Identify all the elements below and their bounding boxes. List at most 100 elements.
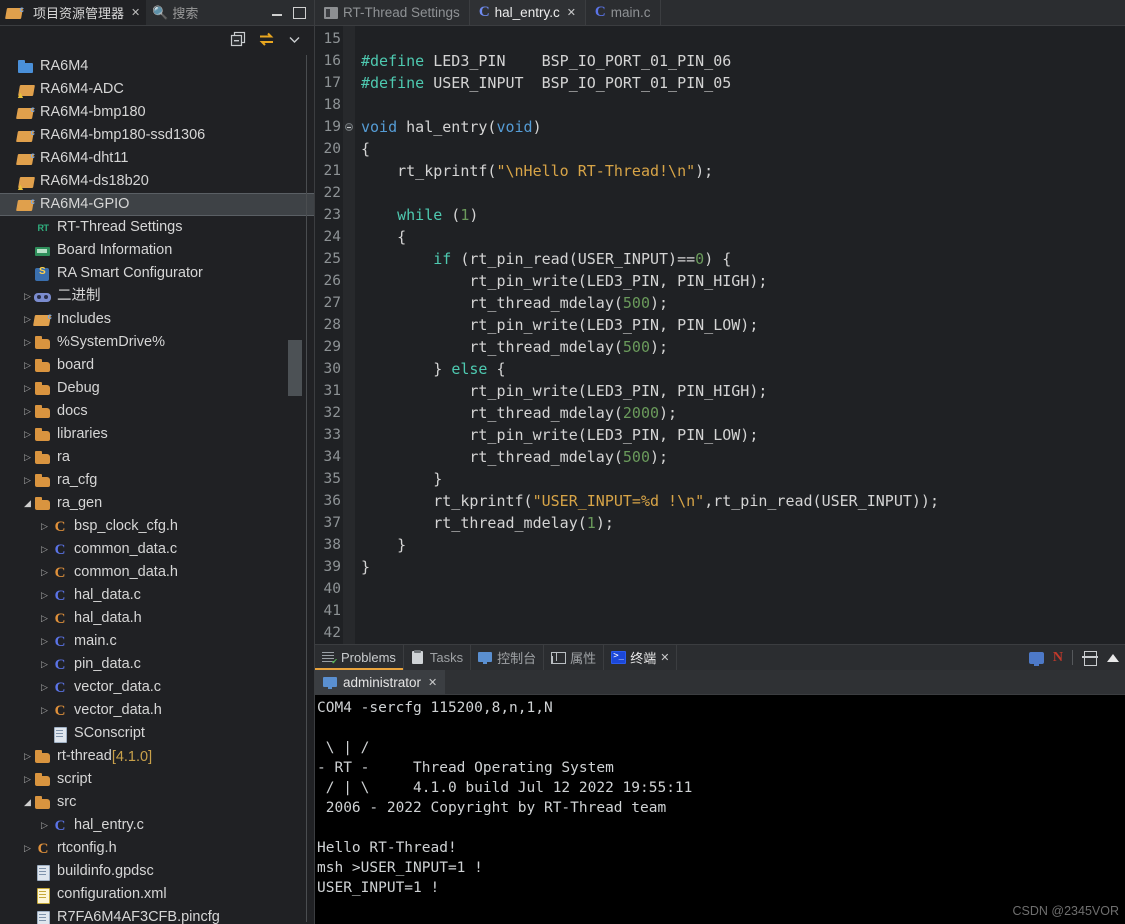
- new-terminal-icon[interactable]: N: [1053, 650, 1063, 666]
- tree-item[interactable]: RA6M4-bmp180-ssd1306: [0, 124, 314, 147]
- tree-item[interactable]: SConscript: [0, 722, 314, 745]
- minimize-panel-icon[interactable]: [1107, 654, 1119, 662]
- tree-item[interactable]: ▷Chal_entry.c: [0, 814, 314, 837]
- tree-item[interactable]: ▷script: [0, 768, 314, 791]
- tab-search[interactable]: 🔍 搜索: [146, 0, 204, 25]
- chevron-right-icon[interactable]: ▷: [21, 383, 34, 394]
- code-line[interactable]: if (rt_pin_read(USER_INPUT)==0) {: [361, 248, 1125, 270]
- tree-item[interactable]: ▷libraries: [0, 423, 314, 446]
- chevron-right-icon[interactable]: ▷: [21, 360, 34, 371]
- chevron-right-icon[interactable]: ▷: [38, 705, 51, 716]
- chevron-right-icon[interactable]: ▷: [21, 291, 34, 302]
- code-line[interactable]: rt_thread_mdelay(500);: [361, 292, 1125, 314]
- code-line[interactable]: {: [361, 226, 1125, 248]
- code-line[interactable]: rt_thread_mdelay(500);: [361, 336, 1125, 358]
- tree-item[interactable]: ▷%SystemDrive%: [0, 331, 314, 354]
- chevron-right-icon[interactable]: ▷: [21, 751, 34, 762]
- source-code[interactable]: #define LED3_PIN BSP_IO_PORT_01_PIN_06#d…: [355, 26, 1125, 644]
- code-line[interactable]: rt_kprintf("USER_INPUT=%d !\n",rt_pin_re…: [361, 490, 1125, 512]
- minimize-view-icon[interactable]: [271, 7, 283, 18]
- tree-item[interactable]: ▷Cbsp_clock_cfg.h: [0, 515, 314, 538]
- close-icon[interactable]: ✕: [131, 6, 140, 19]
- terminal-tab-administrator[interactable]: administrator ✕: [315, 670, 445, 694]
- chevron-right-icon[interactable]: ▷: [21, 475, 34, 486]
- chevron-right-icon[interactable]: ▷: [21, 843, 34, 854]
- tree-item[interactable]: ▷Cvector_data.h: [0, 699, 314, 722]
- project-tree[interactable]: RA6M4RA6M4-ADCRA6M4-bmp180RA6M4-bmp180-s…: [0, 53, 314, 924]
- tree-item[interactable]: ▷Debug: [0, 377, 314, 400]
- panel-tab[interactable]: 终端✕: [604, 645, 677, 670]
- code-line[interactable]: } else {: [361, 358, 1125, 380]
- tree-item[interactable]: ▷Cmain.c: [0, 630, 314, 653]
- tree-item[interactable]: ▷ra: [0, 446, 314, 469]
- chevron-right-icon[interactable]: ▷: [38, 567, 51, 578]
- chevron-down-icon[interactable]: ◢: [21, 797, 34, 808]
- code-line[interactable]: [361, 94, 1125, 116]
- code-line[interactable]: #define LED3_PIN BSP_IO_PORT_01_PIN_06: [361, 50, 1125, 72]
- tree-item[interactable]: ▷Includes: [0, 308, 314, 331]
- code-line[interactable]: rt_pin_write(LED3_PIN, PIN_LOW);: [361, 314, 1125, 336]
- code-line[interactable]: }: [361, 468, 1125, 490]
- tree-item[interactable]: RA Smart Configurator: [0, 262, 314, 285]
- code-line[interactable]: rt_thread_mdelay(2000);: [361, 402, 1125, 424]
- chevron-down-icon[interactable]: ◢: [21, 498, 34, 509]
- chevron-right-icon[interactable]: ▷: [21, 429, 34, 440]
- tree-item[interactable]: ▷rt-thread [4.1.0]: [0, 745, 314, 768]
- tree-item[interactable]: ▷Chal_data.h: [0, 607, 314, 630]
- tree-item[interactable]: RA6M4-dht11: [0, 147, 314, 170]
- tree-item[interactable]: ▷ra_cfg: [0, 469, 314, 492]
- sidebar-scrollbar-track[interactable]: [306, 55, 307, 922]
- chevron-right-icon[interactable]: ▷: [21, 452, 34, 463]
- chevron-right-icon[interactable]: ▷: [38, 659, 51, 670]
- code-line[interactable]: {: [361, 138, 1125, 160]
- tree-item[interactable]: ◢ra_gen: [0, 492, 314, 515]
- panel-tab[interactable]: Problems: [315, 645, 404, 670]
- tree-item[interactable]: ▷Ccommon_data.c: [0, 538, 314, 561]
- tree-item[interactable]: ▷Chal_data.c: [0, 584, 314, 607]
- close-icon[interactable]: ✕: [660, 651, 669, 664]
- fold-toggle-icon[interactable]: [345, 123, 353, 131]
- code-editor[interactable]: 1516171819202122232425262728293031323334…: [315, 26, 1125, 644]
- editor-tab[interactable]: RT-Thread Settings: [315, 0, 470, 25]
- close-icon[interactable]: ✕: [428, 676, 437, 689]
- tree-item[interactable]: ▷docs: [0, 400, 314, 423]
- code-line[interactable]: rt_kprintf("\nHello RT-Thread!\n");: [361, 160, 1125, 182]
- code-line[interactable]: [361, 600, 1125, 622]
- code-line[interactable]: [361, 28, 1125, 50]
- tree-item[interactable]: R7FA6M4AF3CFB.pincfg: [0, 906, 314, 924]
- tree-item[interactable]: RTRT-Thread Settings: [0, 216, 314, 239]
- chevron-right-icon[interactable]: ▷: [38, 544, 51, 555]
- tree-item[interactable]: ▷Cvector_data.c: [0, 676, 314, 699]
- tree-item[interactable]: ◢src: [0, 791, 314, 814]
- chevron-down-icon[interactable]: [286, 31, 303, 48]
- chevron-right-icon[interactable]: ▷: [38, 521, 51, 532]
- editor-tab[interactable]: Cmain.c: [586, 0, 661, 25]
- chevron-right-icon[interactable]: ▷: [21, 406, 34, 417]
- maximize-view-icon[interactable]: [293, 7, 305, 18]
- code-line[interactable]: while (1): [361, 204, 1125, 226]
- tab-project-explorer[interactable]: 项目资源管理器 ✕: [0, 0, 146, 25]
- terminal-output[interactable]: COM4 -sercfg 115200,8,n,1,N \ | / - RT -…: [315, 695, 1125, 924]
- tree-item[interactable]: ▷二进制: [0, 285, 314, 308]
- code-line[interactable]: #define USER_INPUT BSP_IO_PORT_01_PIN_05: [361, 72, 1125, 94]
- code-line[interactable]: }: [361, 556, 1125, 578]
- tree-item[interactable]: ▷board: [0, 354, 314, 377]
- tree-item[interactable]: RA6M4-GPIO: [0, 193, 314, 216]
- tree-item[interactable]: buildinfo.gpdsc: [0, 860, 314, 883]
- code-line[interactable]: rt_pin_write(LED3_PIN, PIN_LOW);: [361, 424, 1125, 446]
- open-console-icon[interactable]: [1029, 652, 1044, 664]
- tree-item[interactable]: ▷Crtconfig.h: [0, 837, 314, 860]
- tree-item[interactable]: RA6M4-ADC: [0, 78, 314, 101]
- link-with-editor-icon[interactable]: [258, 31, 275, 48]
- chevron-right-icon[interactable]: ▷: [38, 682, 51, 693]
- close-icon[interactable]: ✕: [567, 6, 576, 19]
- code-line[interactable]: [361, 578, 1125, 600]
- folding-column[interactable]: [343, 26, 355, 644]
- code-line[interactable]: rt_thread_mdelay(500);: [361, 446, 1125, 468]
- code-line[interactable]: rt_pin_write(LED3_PIN, PIN_HIGH);: [361, 270, 1125, 292]
- chevron-right-icon[interactable]: ▷: [38, 590, 51, 601]
- chevron-right-icon[interactable]: ▷: [21, 774, 34, 785]
- panel-tab[interactable]: 控制台: [471, 645, 544, 670]
- code-line[interactable]: [361, 622, 1125, 644]
- collapse-all-icon[interactable]: [230, 31, 247, 48]
